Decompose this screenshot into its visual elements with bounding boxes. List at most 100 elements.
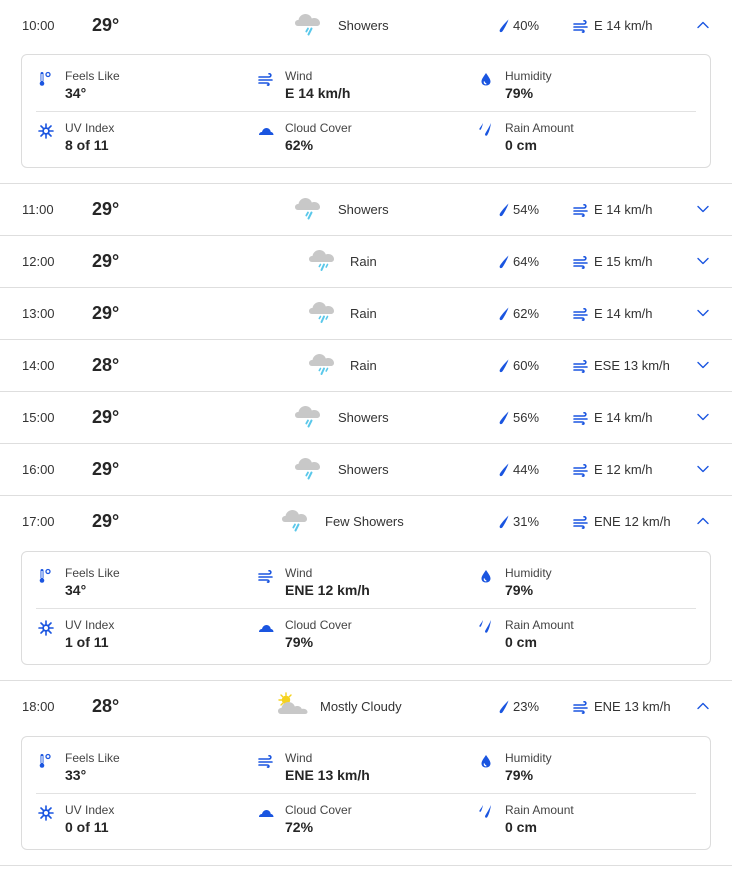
wind-value: E 14 km/h bbox=[594, 18, 653, 33]
hour-row[interactable]: 12:00 29° Rain 64% E 15 km/h bbox=[0, 236, 732, 287]
detail-label: UV Index bbox=[65, 618, 115, 632]
detail-value: 79% bbox=[285, 634, 314, 650]
chevron-down-icon[interactable] bbox=[695, 357, 711, 373]
precip-value: 31% bbox=[513, 514, 540, 529]
wind-icon bbox=[573, 19, 588, 33]
detail-cloud-cover: Cloud Cover 79% bbox=[258, 618, 458, 658]
wind-value: ESE 13 km/h bbox=[594, 358, 670, 373]
hour-condition: Rain bbox=[306, 340, 377, 391]
precip-value: 40% bbox=[513, 18, 540, 33]
detail-label: Cloud Cover bbox=[285, 121, 352, 135]
chevron-up-icon[interactable] bbox=[695, 513, 711, 529]
hour-temperature: 29° bbox=[92, 303, 120, 323]
condition-text: Rain bbox=[350, 306, 377, 321]
wind-icon bbox=[573, 307, 588, 321]
hour-row[interactable]: 17:00 29° Few Showers 31% ENE 12 km/h bbox=[0, 496, 732, 547]
hour-condition: Showers bbox=[294, 184, 389, 235]
condition-text: Rain bbox=[350, 358, 377, 373]
chevron-down-icon[interactable] bbox=[695, 409, 711, 425]
humidity-drop-icon bbox=[481, 755, 491, 768]
precip-value: 44% bbox=[513, 462, 540, 477]
detail-humidity: Humidity 79% bbox=[478, 566, 678, 606]
hour-temperature: 29° bbox=[92, 511, 120, 531]
wind-icon bbox=[258, 755, 273, 768]
wind-icon bbox=[573, 359, 588, 373]
precip-value: 64% bbox=[513, 254, 540, 269]
wind-value: E 14 km/h bbox=[594, 306, 653, 321]
showers-icon bbox=[281, 505, 315, 539]
hour-condition: Showers bbox=[294, 444, 389, 495]
detail-label: Wind bbox=[285, 751, 313, 765]
hour-block-1400: 14:00 28° Rain 60% ESE 13 km/h bbox=[0, 340, 732, 392]
hour-temperature: 28° bbox=[92, 355, 120, 375]
panel-divider bbox=[36, 793, 696, 794]
thermometer-icon bbox=[39, 753, 51, 768]
detail-value: 33° bbox=[65, 767, 87, 783]
precip-chance: 40% bbox=[498, 0, 539, 51]
rain-drops-icon bbox=[479, 620, 491, 633]
chevron-down-icon[interactable] bbox=[695, 305, 711, 321]
hour-row[interactable]: 15:00 29° Showers 56% E 14 km/h bbox=[0, 392, 732, 443]
detail-label: Rain Amount bbox=[505, 121, 574, 135]
hour-row[interactable]: 10:00 29° Showers 40% E 14 km/h bbox=[0, 0, 732, 50]
panel-divider bbox=[36, 111, 696, 112]
chevron-up-icon[interactable] bbox=[695, 698, 711, 714]
hour-row[interactable]: 18:00 28° Mostly Cloudy 23% ENE 13 km/h bbox=[0, 681, 732, 732]
rain-icon bbox=[306, 297, 340, 331]
detail-uv-index: UV Index 8 of 11 bbox=[38, 121, 238, 161]
wind-summary: E 14 km/h bbox=[573, 392, 653, 443]
raindrop-icon bbox=[499, 700, 509, 713]
hour-row[interactable]: 11:00 29° Showers 54% E 14 km/h bbox=[0, 184, 732, 235]
condition-text: Showers bbox=[338, 202, 389, 217]
detail-label: Cloud Cover bbox=[285, 618, 352, 632]
detail-label: Humidity bbox=[505, 69, 552, 83]
hour-block-1000: 10:00 29° Showers 40% E 14 km/h Feels Li… bbox=[0, 0, 732, 184]
detail-value: 0 cm bbox=[505, 634, 537, 650]
detail-cloud-cover: Cloud Cover 62% bbox=[258, 121, 458, 161]
detail-wind: Wind E 14 km/h bbox=[258, 69, 458, 109]
precip-value: 54% bbox=[513, 202, 540, 217]
hour-temperature: 29° bbox=[92, 251, 120, 271]
detail-value: 79% bbox=[505, 85, 534, 101]
detail-wind: Wind ENE 12 km/h bbox=[258, 566, 458, 606]
raindrop-icon bbox=[499, 411, 509, 424]
hour-temperature: 28° bbox=[92, 696, 120, 716]
wind-icon bbox=[573, 463, 588, 477]
detail-value: ENE 13 km/h bbox=[285, 767, 370, 783]
wind-value: E 15 km/h bbox=[594, 254, 653, 269]
wind-summary: ENE 12 km/h bbox=[573, 496, 671, 547]
hour-row[interactable]: 16:00 29° Showers 44% E 12 km/h bbox=[0, 444, 732, 495]
detail-uv-index: UV Index 0 of 11 bbox=[38, 803, 238, 843]
precip-chance: 44% bbox=[498, 444, 539, 495]
chevron-down-icon[interactable] bbox=[695, 201, 711, 217]
chevron-down-icon[interactable] bbox=[695, 253, 711, 269]
wind-value: ENE 12 km/h bbox=[594, 514, 671, 529]
hour-row[interactable]: 13:00 29° Rain 62% E 14 km/h bbox=[0, 288, 732, 339]
detail-feels-like: Feels Like 33° bbox=[38, 751, 238, 791]
chevron-up-icon[interactable] bbox=[695, 17, 711, 33]
wind-summary: E 14 km/h bbox=[573, 288, 653, 339]
detail-label: Humidity bbox=[505, 751, 552, 765]
wind-icon bbox=[258, 570, 273, 583]
detail-label: Rain Amount bbox=[505, 618, 574, 632]
detail-value: 34° bbox=[65, 85, 87, 101]
wind-summary: E 14 km/h bbox=[573, 0, 653, 51]
detail-value: 79% bbox=[505, 582, 534, 598]
humidity-drop-icon bbox=[481, 73, 491, 86]
chevron-down-icon[interactable] bbox=[695, 461, 711, 477]
condition-text: Showers bbox=[338, 462, 389, 477]
detail-feels-like: Feels Like 34° bbox=[38, 566, 238, 606]
precip-chance: 54% bbox=[498, 184, 539, 235]
hour-row[interactable]: 14:00 28° Rain 60% ESE 13 km/h bbox=[0, 340, 732, 391]
detail-value: E 14 km/h bbox=[285, 85, 351, 101]
hour-block-1800: 18:00 28° Mostly Cloudy 23% ENE 13 km/h … bbox=[0, 681, 732, 866]
condition-text: Few Showers bbox=[325, 514, 404, 529]
thermometer-icon bbox=[39, 71, 51, 86]
hour-block-1500: 15:00 29° Showers 56% E 14 km/h bbox=[0, 392, 732, 444]
precip-chance: 31% bbox=[498, 496, 539, 547]
detail-value: 8 of 11 bbox=[65, 137, 109, 153]
hour-temperature: 29° bbox=[92, 15, 120, 35]
hour-time: 12:00 bbox=[22, 254, 55, 269]
detail-label: Humidity bbox=[505, 566, 552, 580]
wind-value: E 12 km/h bbox=[594, 462, 653, 477]
